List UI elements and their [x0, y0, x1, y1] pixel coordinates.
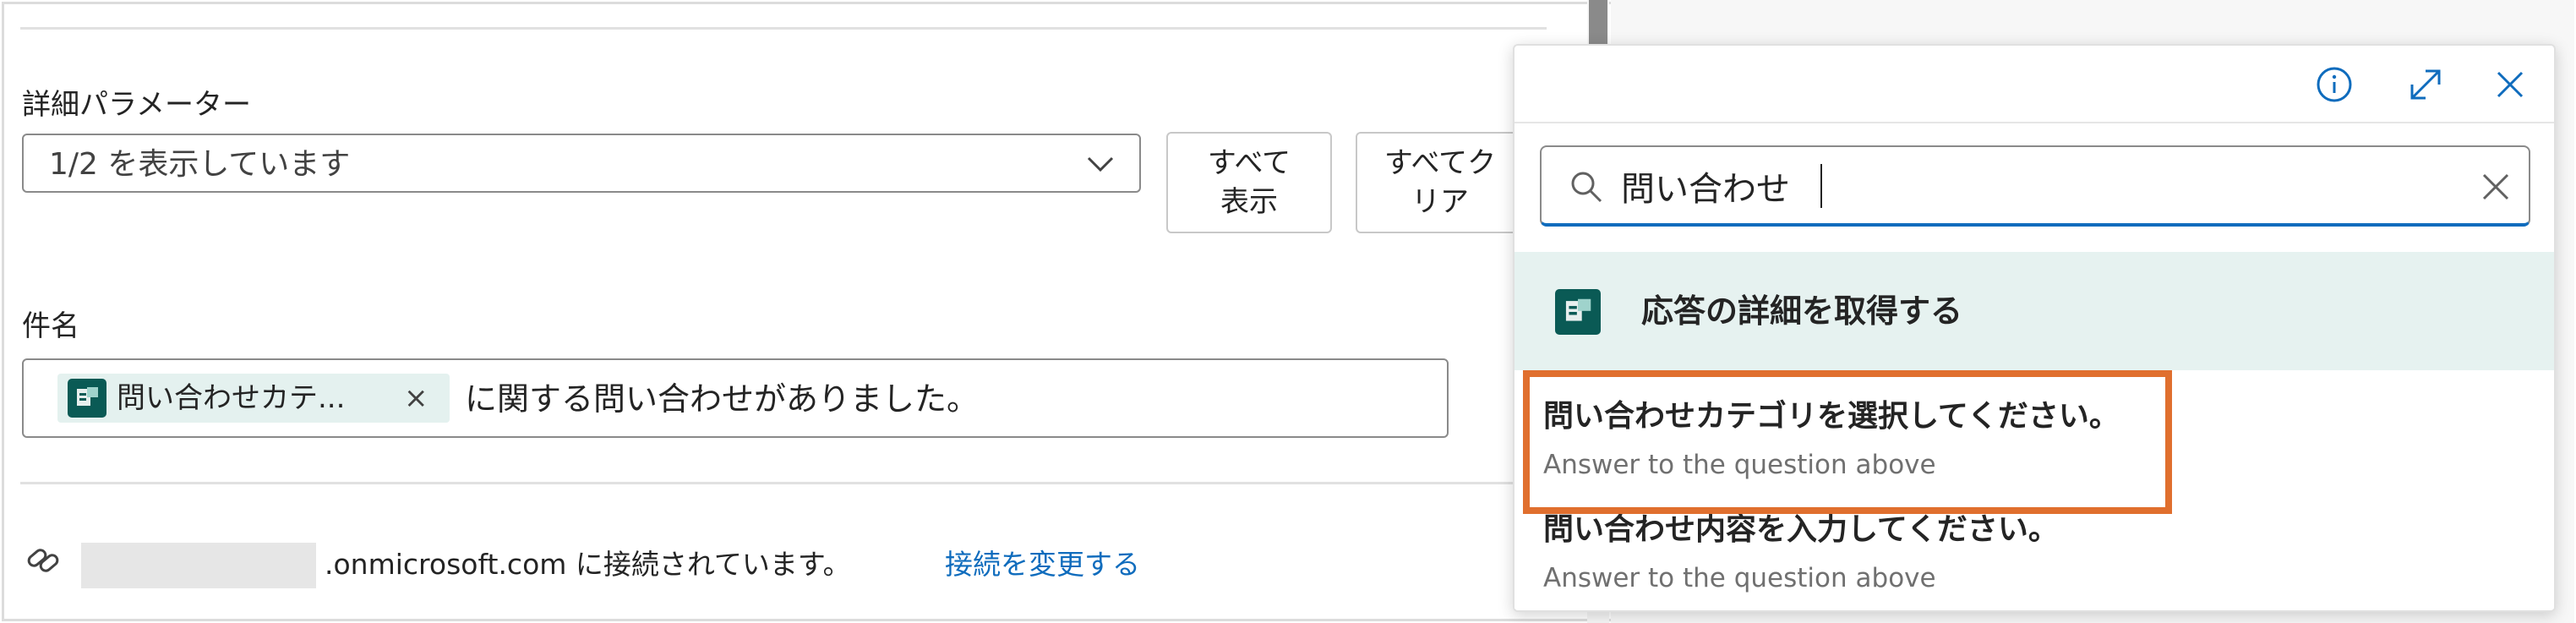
group-header-row[interactable]: 応答の詳細を取得する	[1514, 252, 2554, 370]
bottom-divider	[20, 482, 1547, 484]
show-all-button[interactable]: すべて 表示	[1166, 132, 1332, 233]
subject-label: 件名	[22, 309, 79, 343]
list-item[interactable]: 問い合わせ内容を入力してください。 Answer to the question…	[1514, 502, 2554, 609]
dropdown-value: 1/2 を表示しています	[49, 147, 351, 182]
forms-app-icon	[68, 379, 106, 418]
dynamic-content-popup: 応答の詳細を取得する 問い合わせカテゴリを選択してください。 Answer to…	[1513, 44, 2556, 612]
clear-all-button[interactable]: すべてク リア	[1356, 132, 1525, 233]
info-icon[interactable]	[2312, 63, 2356, 107]
clear-all-label-line1: すべてク	[1384, 146, 1497, 180]
advanced-parameters-dropdown[interactable]: 1/2 を表示しています	[22, 134, 1141, 193]
search-field[interactable]	[1540, 145, 2530, 227]
popup-header-divider	[1514, 122, 2554, 123]
link-icon	[27, 549, 59, 572]
expand-icon[interactable]	[2404, 63, 2448, 107]
remove-token-icon[interactable]: ×	[404, 379, 428, 418]
subject-text: に関する問い合わせがありました。	[465, 380, 980, 418]
search-icon	[1571, 172, 1602, 203]
scrollbar-thumb[interactable]	[1589, 0, 1607, 47]
highlight-box	[1523, 370, 2172, 514]
change-connection-link[interactable]: 接続を変更する	[945, 546, 1140, 583]
clear-all-label-line2: リア	[1411, 185, 1469, 219]
token-label: 問い合わせカテ...	[117, 381, 346, 415]
connection-status: .onmicrosoft.com に接続されています。	[325, 548, 851, 581]
show-all-label-line1: すべて	[1207, 146, 1291, 180]
top-divider	[20, 27, 1547, 30]
list-item-subtitle: Answer to the question above	[1543, 563, 1936, 593]
masked-tenant-name	[81, 543, 316, 588]
clear-icon[interactable]	[2476, 167, 2515, 206]
show-all-label-line2: 表示	[1220, 185, 1278, 219]
forms-app-icon	[1555, 289, 1601, 335]
text-caret	[1820, 164, 1822, 208]
subject-field[interactable]: 問い合わせカテ... × に関する問い合わせがありました。	[22, 358, 1449, 438]
group-label: 応答の詳細を取得する	[1641, 292, 1963, 330]
dynamic-content-token[interactable]: 問い合わせカテ... ×	[57, 374, 450, 423]
list-item-title: 問い合わせ内容を入力してください。	[1543, 512, 2059, 547]
advanced-parameters-label: 詳細パラメーター	[22, 88, 251, 122]
chevron-down-icon	[1087, 156, 1114, 172]
close-icon[interactable]	[2488, 63, 2532, 107]
search-input[interactable]	[1621, 162, 2432, 210]
